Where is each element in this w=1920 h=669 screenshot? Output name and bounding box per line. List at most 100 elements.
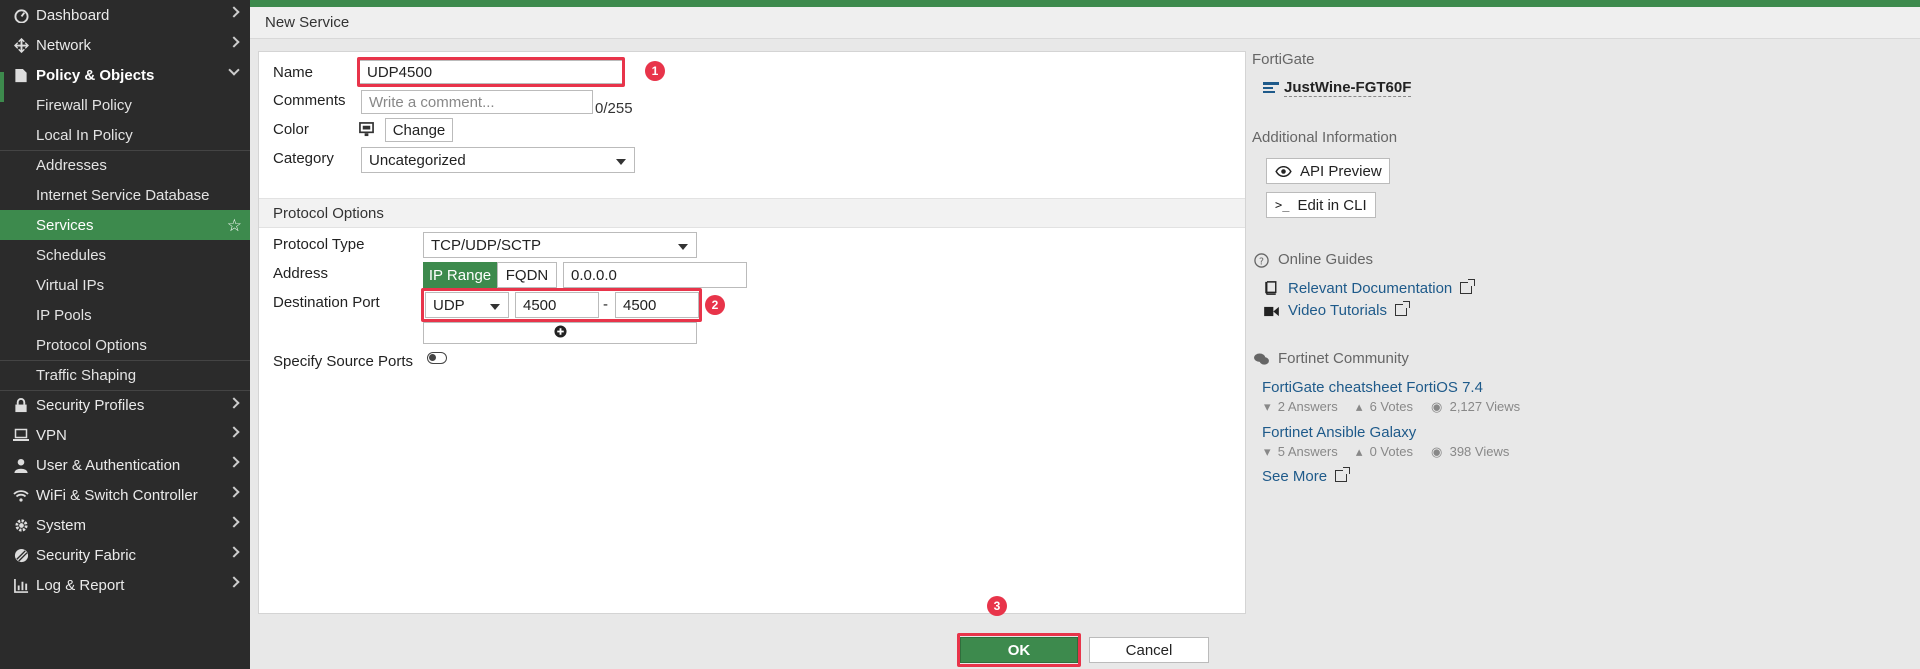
user-icon bbox=[12, 456, 30, 474]
lock-icon bbox=[12, 397, 30, 415]
source-ports-toggle[interactable] bbox=[427, 352, 447, 364]
name-label: Name bbox=[273, 64, 314, 81]
sidebar-item-label: User & Authentication bbox=[36, 456, 181, 474]
section-title: Protocol Options bbox=[273, 204, 384, 222]
protocol-type-select[interactable]: TCP/UDP/SCTP bbox=[423, 232, 697, 258]
gear-icon bbox=[12, 516, 30, 534]
sidebar-item-label: System bbox=[36, 516, 87, 534]
sidebar-item-network[interactable]: Network bbox=[0, 30, 250, 60]
source-ports-label: Specify Source Ports bbox=[273, 353, 414, 370]
help-circle-icon: ? bbox=[1254, 253, 1269, 272]
sidebar-sub-label: Traffic Shaping bbox=[36, 367, 137, 384]
chevron-down-icon bbox=[228, 64, 240, 76]
chevron-right-icon bbox=[228, 486, 240, 498]
address-label: Address bbox=[273, 265, 329, 282]
category-label: Category bbox=[273, 150, 334, 167]
comments-count: 0/255 bbox=[595, 100, 633, 117]
sidebar-sub-addresses[interactable]: Addresses bbox=[0, 150, 250, 180]
category-select[interactable]: Uncategorized bbox=[361, 147, 635, 173]
policy-icon bbox=[12, 66, 30, 84]
destination-port-label: Destination Port bbox=[273, 294, 380, 311]
sidebar-sub-firewall-policy[interactable]: Firewall Policy bbox=[0, 90, 250, 120]
external-link-icon bbox=[1394, 301, 1410, 316]
star-icon[interactable]: ☆ bbox=[227, 216, 242, 236]
edit-in-cli-button[interactable]: >_ Edit in CLI bbox=[1266, 192, 1376, 218]
page-title-bar: New Service bbox=[250, 7, 1920, 39]
external-link-icon bbox=[1335, 467, 1351, 482]
chevron-right-icon bbox=[228, 576, 240, 588]
community-post-title[interactable]: FortiGate cheatsheet FortiOS 7.4 bbox=[1262, 379, 1483, 396]
sidebar-item-policy-objects[interactable]: Policy & Objects bbox=[0, 60, 250, 90]
wifi-icon bbox=[12, 486, 30, 504]
api-preview-label: API Preview bbox=[1300, 162, 1382, 180]
sidebar-item-label: Network bbox=[36, 36, 92, 54]
relevant-documentation-link[interactable]: Relevant Documentation bbox=[1288, 279, 1476, 297]
highlight-name bbox=[357, 57, 625, 87]
device-name[interactable]: JustWine-FGT60F bbox=[1284, 79, 1412, 97]
sidebar-sub-protocol-options[interactable]: Protocol Options bbox=[0, 330, 250, 360]
post-votes: 0 Votes bbox=[1369, 444, 1413, 459]
sidebar-sub-label: Firewall Policy bbox=[36, 96, 132, 114]
post-views: 2,127 Views bbox=[1449, 399, 1521, 414]
video-tutorials-link[interactable]: Video Tutorials bbox=[1288, 301, 1410, 319]
comments-textarea[interactable]: Write a comment... bbox=[361, 90, 593, 114]
sidebar-item-label: Security Profiles bbox=[36, 397, 145, 414]
community-post-meta: ▾ 5 Answers ▴ 0 Votes ◉ 398 Views bbox=[1264, 444, 1509, 460]
relevant-documentation-label: Relevant Documentation bbox=[1288, 280, 1453, 297]
sidebar-item-vpn[interactable]: VPN bbox=[0, 420, 250, 450]
api-preview-button[interactable]: API Preview bbox=[1266, 158, 1390, 184]
info-panel: FortiGate JustWine-FGT60F Additional Inf… bbox=[1252, 51, 1672, 551]
fortinet-community-label: Fortinet Community bbox=[1278, 350, 1409, 367]
sidebar-sub-label: Addresses bbox=[36, 157, 107, 174]
additional-info-label: Additional Information bbox=[1252, 129, 1398, 146]
address-input[interactable]: 0.0.0.0 bbox=[563, 262, 747, 288]
dropdown-arrow-icon bbox=[678, 244, 688, 250]
address-iprange-toggle[interactable]: IP Range bbox=[423, 262, 497, 288]
address-fqdn-toggle[interactable]: FQDN bbox=[497, 262, 557, 288]
category-value: Uncategorized bbox=[369, 151, 466, 169]
cancel-button[interactable]: Cancel bbox=[1089, 637, 1209, 663]
sidebar-item-security-fabric[interactable]: Security Fabric bbox=[0, 540, 250, 570]
chart-icon bbox=[12, 576, 30, 594]
chevron-right-icon bbox=[228, 546, 240, 558]
fabric-icon bbox=[12, 546, 30, 564]
comments-label: Comments bbox=[273, 92, 346, 109]
sidebar-item-log-report[interactable]: Log & Report bbox=[0, 570, 250, 600]
comments-bubble-icon bbox=[1254, 353, 1269, 370]
chevron-right-icon bbox=[228, 516, 240, 528]
dropdown-arrow-icon bbox=[616, 159, 626, 165]
sidebar-sub-internet-service-database[interactable]: Internet Service Database bbox=[0, 180, 250, 210]
sidebar-sub-schedules[interactable]: Schedules bbox=[0, 240, 250, 270]
top-accent-bar bbox=[250, 0, 1920, 7]
comment-icon: ▾ bbox=[1264, 399, 1271, 414]
sidebar-sub-virtual-ips[interactable]: Virtual IPs bbox=[0, 270, 250, 300]
sidebar-sub-label: Internet Service Database bbox=[36, 186, 210, 204]
sidebar-sub-services[interactable]: Services ☆ bbox=[0, 210, 250, 240]
thumbs-up-icon: ▴ bbox=[1355, 444, 1363, 459]
sidebar-item-system[interactable]: System bbox=[0, 510, 250, 540]
eye-small-icon: ◉ bbox=[1431, 399, 1443, 414]
sidebar-sub-local-in-policy[interactable]: Local In Policy bbox=[0, 120, 250, 150]
chevron-right-icon bbox=[228, 6, 240, 18]
online-guides-label: Online Guides bbox=[1278, 251, 1374, 268]
sidebar-item-user-authentication[interactable]: User & Authentication bbox=[0, 450, 250, 480]
see-more-link[interactable]: See More bbox=[1262, 467, 1351, 485]
badge-1: 1 bbox=[645, 61, 665, 81]
sidebar-sub-ip-pools[interactable]: IP Pools bbox=[0, 300, 250, 330]
sidebar-sub-traffic-shaping[interactable]: Traffic Shaping bbox=[0, 360, 250, 390]
protocol-options-section-header: Protocol Options bbox=[259, 198, 1245, 228]
community-post-title[interactable]: Fortinet Ansible Galaxy bbox=[1262, 424, 1416, 441]
sidebar-item-dashboard[interactable]: Dashboard bbox=[0, 0, 250, 30]
sidebar-item-wifi-switch[interactable]: WiFi & Switch Controller bbox=[0, 480, 250, 510]
sidebar-item-security-profiles[interactable]: Security Profiles bbox=[0, 390, 250, 420]
sidebar: Dashboard Network Policy & Objects Firew… bbox=[0, 0, 250, 669]
color-change-button[interactable]: Change bbox=[385, 118, 453, 142]
chevron-right-icon bbox=[228, 397, 240, 409]
page-title: New Service bbox=[265, 14, 350, 31]
add-port-button[interactable] bbox=[423, 322, 697, 344]
ok-button[interactable]: OK bbox=[960, 637, 1078, 663]
badge-3: 3 bbox=[987, 596, 1007, 616]
sidebar-item-label: Log & Report bbox=[36, 576, 125, 594]
external-link-icon bbox=[1460, 279, 1476, 294]
sidebar-sub-label: IP Pools bbox=[36, 306, 92, 324]
